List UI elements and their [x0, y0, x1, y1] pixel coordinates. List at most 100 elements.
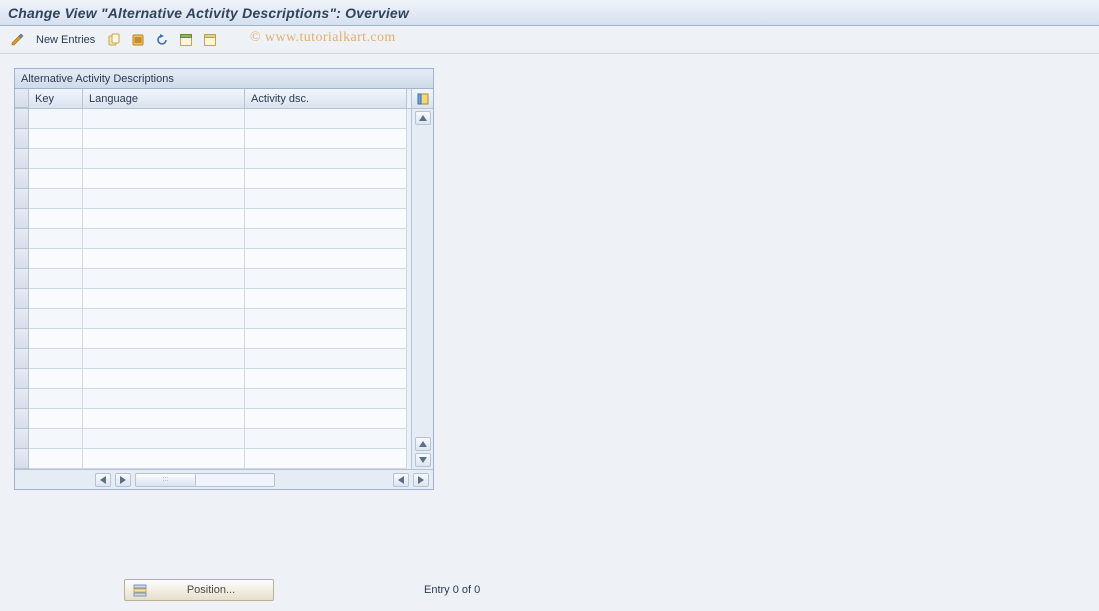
cell-language[interactable] [83, 289, 245, 309]
cell-language[interactable] [83, 329, 245, 349]
cell-key[interactable] [29, 329, 83, 349]
display-change-button[interactable] [8, 31, 26, 49]
cell-key[interactable] [29, 289, 83, 309]
row-selector[interactable] [15, 249, 29, 269]
vertical-scrollbar [411, 89, 433, 469]
cell-key[interactable] [29, 429, 83, 449]
row-selector[interactable] [15, 129, 29, 149]
cell-language[interactable] [83, 389, 245, 409]
cell-language[interactable] [83, 449, 245, 469]
cell-activity-dsc[interactable] [245, 209, 407, 229]
hscroll-left-end-button[interactable] [393, 473, 409, 487]
scroll-up-button[interactable] [415, 111, 431, 125]
cell-activity-dsc[interactable] [245, 329, 407, 349]
hscroll-track[interactable]: ::: [135, 473, 275, 487]
new-entries-button[interactable]: New Entries [32, 32, 99, 48]
hscroll-right-end-button[interactable] [413, 473, 429, 487]
cell-key[interactable] [29, 249, 83, 269]
cell-language[interactable] [83, 169, 245, 189]
cell-activity-dsc[interactable] [245, 449, 407, 469]
cell-activity-dsc[interactable] [245, 269, 407, 289]
cell-key[interactable] [29, 389, 83, 409]
table-row [15, 169, 411, 189]
cell-activity-dsc[interactable] [245, 409, 407, 429]
cell-key[interactable] [29, 449, 83, 469]
row-selector[interactable] [15, 169, 29, 189]
cell-key[interactable] [29, 309, 83, 329]
row-selector[interactable] [15, 349, 29, 369]
cell-language[interactable] [83, 129, 245, 149]
row-selector[interactable] [15, 329, 29, 349]
delete-button[interactable] [129, 31, 147, 49]
row-selector[interactable] [15, 389, 29, 409]
row-selector[interactable] [15, 369, 29, 389]
scroll-down-button[interactable] [415, 437, 431, 451]
cell-language[interactable] [83, 409, 245, 429]
cell-activity-dsc[interactable] [245, 349, 407, 369]
hscroll-left-button[interactable] [95, 473, 111, 487]
cell-activity-dsc[interactable] [245, 309, 407, 329]
cell-language [83, 429, 245, 449]
cell-language[interactable] [83, 349, 245, 369]
cell-language[interactable] [83, 369, 245, 389]
cell-key[interactable] [29, 269, 83, 289]
cell-key[interactable] [29, 149, 83, 169]
table-settings-button[interactable] [412, 89, 433, 109]
row-selector[interactable] [15, 189, 29, 209]
chevron-right-icon [120, 476, 126, 484]
col-header-key[interactable]: Key [29, 89, 83, 108]
cell-activity-dsc[interactable] [245, 429, 407, 449]
cell-language[interactable] [83, 249, 245, 269]
cell-activity-dsc[interactable] [245, 189, 407, 209]
col-header-activity-dsc[interactable]: Activity dsc. [245, 89, 407, 108]
cell-key[interactable] [29, 209, 83, 229]
row-selector[interactable] [15, 449, 29, 469]
col-header-language[interactable]: Language [83, 89, 245, 108]
chevron-up-icon [419, 441, 427, 447]
cell-language[interactable] [83, 189, 245, 209]
cell-activity-dsc[interactable] [245, 229, 407, 249]
cell-key[interactable] [29, 109, 83, 129]
hscroll-thumb[interactable]: ::: [136, 474, 196, 486]
row-selector[interactable] [15, 109, 29, 129]
cell-activity-dsc[interactable] [245, 109, 407, 129]
row-selector[interactable] [15, 209, 29, 229]
position-button[interactable]: Position... [124, 579, 274, 601]
copy-as-button[interactable] [105, 31, 123, 49]
deselect-all-button[interactable] [201, 31, 219, 49]
row-selector[interactable] [15, 229, 29, 249]
cell-language[interactable] [83, 269, 245, 289]
row-selector-header[interactable] [15, 89, 29, 108]
cell-key[interactable] [29, 409, 83, 429]
undo-icon [155, 33, 169, 47]
cell-key[interactable] [29, 169, 83, 189]
cell-language[interactable] [83, 149, 245, 169]
cell-key[interactable] [29, 229, 83, 249]
scroll-down-button-2[interactable] [415, 453, 431, 467]
row-selector[interactable] [15, 289, 29, 309]
row-selector[interactable] [15, 429, 29, 449]
cell-activity-dsc[interactable] [245, 129, 407, 149]
cell-language[interactable] [83, 229, 245, 249]
cell-language[interactable] [83, 209, 245, 229]
cell-language[interactable] [83, 109, 245, 129]
select-all-button[interactable] [177, 31, 195, 49]
cell-language[interactable] [83, 309, 245, 329]
cell-key[interactable] [29, 369, 83, 389]
hscroll-right-button[interactable] [115, 473, 131, 487]
row-selector[interactable] [15, 149, 29, 169]
cell-activity-dsc[interactable] [245, 289, 407, 309]
cell-activity-dsc[interactable] [245, 169, 407, 189]
undo-change-button[interactable] [153, 31, 171, 49]
row-selector[interactable] [15, 269, 29, 289]
cell-key[interactable] [29, 349, 83, 369]
row-selector[interactable] [15, 309, 29, 329]
cell-activity-dsc[interactable] [245, 149, 407, 169]
cell-key[interactable] [29, 189, 83, 209]
cell-activity-dsc[interactable] [245, 369, 407, 389]
cell-activity-dsc[interactable] [245, 389, 407, 409]
cell-activity-dsc[interactable] [245, 249, 407, 269]
cell-key[interactable] [29, 129, 83, 149]
entry-counter: Entry 0 of 0 [424, 584, 480, 596]
row-selector[interactable] [15, 409, 29, 429]
